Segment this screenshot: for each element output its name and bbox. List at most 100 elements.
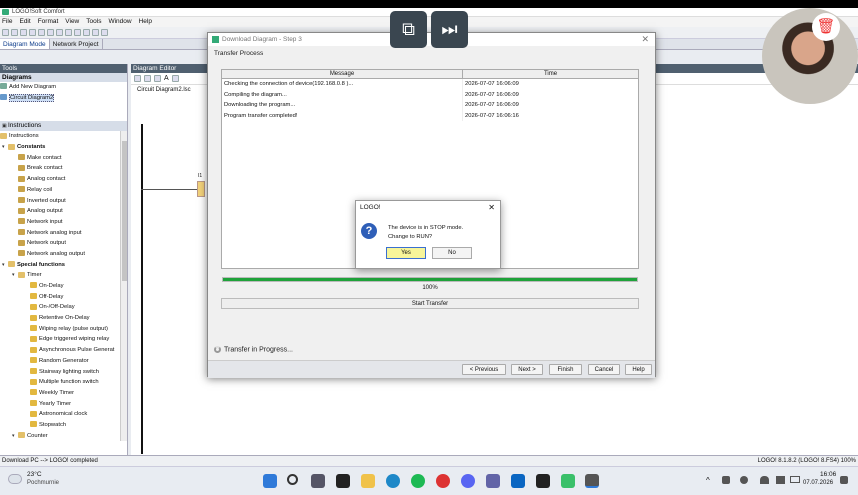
tree-special-functions[interactable]: ▾ Special functions <box>0 260 127 271</box>
weather-temp[interactable]: 23°C <box>27 471 42 478</box>
logo-soft-comfort-icon[interactable] <box>585 474 599 488</box>
tree-timer-item[interactable]: Wiping relay (pulse output) <box>0 324 127 335</box>
tree-timer-item[interactable]: Retentive On-Delay <box>0 313 127 324</box>
battery-icon[interactable] <box>790 476 800 483</box>
help-button[interactable]: Help <box>625 364 652 375</box>
clock-date[interactable]: 07.07.2026 <box>803 480 833 486</box>
tree-timer-item[interactable]: Stopwatch <box>0 420 127 431</box>
search-icon[interactable] <box>287 474 298 485</box>
menu-window[interactable]: Window <box>108 17 131 27</box>
column-message: Message <box>222 70 463 78</box>
mic-icon[interactable] <box>740 476 748 484</box>
cancel-button[interactable]: Cancel <box>588 364 620 375</box>
tree-timer-item[interactable]: Weekly Timer <box>0 388 127 399</box>
tree-constant-item[interactable]: Relay coil <box>0 185 127 196</box>
print-icon[interactable] <box>29 29 36 36</box>
open-icon[interactable] <box>11 29 18 36</box>
task-view-icon[interactable] <box>311 474 325 488</box>
simulate-icon[interactable] <box>101 29 108 36</box>
app-icon[interactable] <box>511 474 525 488</box>
file-explorer-icon[interactable] <box>361 474 375 488</box>
tree-constant-item[interactable]: Make contact <box>0 153 127 164</box>
tree-timer-item[interactable]: Asynchronous Pulse Generat <box>0 345 127 356</box>
next-button[interactable]: Next > <box>511 364 543 375</box>
menu-format[interactable]: Format <box>38 17 59 27</box>
tree-constant-item[interactable]: Analog output <box>0 206 127 217</box>
tree-constant-item[interactable]: Network output <box>0 238 127 249</box>
menu-tools[interactable]: Tools <box>86 17 101 27</box>
tree-constant-item[interactable]: Break contact <box>0 163 127 174</box>
download-icon[interactable] <box>83 29 90 36</box>
new-icon[interactable] <box>2 29 9 36</box>
contact-block[interactable] <box>197 181 205 197</box>
tab-diagram-mode[interactable]: Diagram Mode <box>0 39 50 49</box>
tray-chevron-icon[interactable]: ^ <box>706 476 710 485</box>
no-button[interactable]: No <box>432 247 472 259</box>
add-new-diagram[interactable]: Add New Diagram <box>0 82 127 93</box>
tree-timer-item[interactable]: Edge triggered wiping relay <box>0 334 127 345</box>
redo-icon[interactable] <box>74 29 81 36</box>
close-icon[interactable]: ✕ <box>641 33 649 46</box>
tree-constant-item[interactable]: Network input <box>0 217 127 228</box>
volume-icon[interactable] <box>776 476 785 484</box>
tree-item-label: Wiping relay (pulse output) <box>39 325 108 332</box>
block-tool-icon[interactable] <box>154 75 161 82</box>
menu-view[interactable]: View <box>65 17 79 27</box>
timer-block-icon <box>30 314 37 321</box>
start-transfer-button[interactable]: Start Transfer <box>221 298 639 309</box>
tree-timer[interactable]: ▾ Timer <box>0 270 127 281</box>
tree-timer-item[interactable]: Stairway lighting switch <box>0 367 127 378</box>
tree-timer-item[interactable]: Random Generator <box>0 356 127 367</box>
tree-timer-item[interactable]: Astronomical clock <box>0 409 127 420</box>
opera-icon[interactable] <box>436 474 450 488</box>
clock-time[interactable]: 16:06 <box>820 471 836 478</box>
cut-icon[interactable] <box>38 29 45 36</box>
edge-icon[interactable] <box>386 474 400 488</box>
tree-timer-item[interactable]: Off-Delay <box>0 292 127 303</box>
yes-button[interactable]: Yes <box>386 247 426 259</box>
tree-constant-item[interactable]: Analog contact <box>0 174 127 185</box>
wifi-icon[interactable] <box>760 476 769 484</box>
save-icon[interactable] <box>20 29 27 36</box>
tree-instructions[interactable]: Instructions <box>0 131 127 142</box>
tree-timer-item[interactable]: On-Delay <box>0 281 127 292</box>
start-icon[interactable] <box>263 474 277 488</box>
menu-file[interactable]: File <box>2 17 12 27</box>
notion-icon[interactable] <box>336 474 350 488</box>
tree-timer-item[interactable]: On-/Off-Delay <box>0 302 127 313</box>
discord-icon[interactable] <box>461 474 475 488</box>
notification-icon[interactable] <box>840 476 848 484</box>
onedrive-icon[interactable] <box>722 476 730 484</box>
paste-icon[interactable] <box>56 29 63 36</box>
previous-button[interactable]: < Previous <box>462 364 506 375</box>
diagram-icon <box>0 94 7 101</box>
tree-constant-item[interactable]: Inverted output <box>0 196 127 207</box>
tree-counter[interactable]: ▾ Counter <box>0 431 127 442</box>
menu-help[interactable]: Help <box>139 17 152 27</box>
circuit-diagram-item[interactable]: Circuit Diagram2 <box>0 93 127 104</box>
menu-edit[interactable]: Edit <box>19 17 30 27</box>
trash-icon[interactable]: 🗑 <box>812 13 840 41</box>
tree-timer-item[interactable]: Multiple function switch <box>0 377 127 388</box>
timer-block-icon <box>30 325 37 332</box>
text-tool-icon[interactable]: A <box>164 75 169 82</box>
close-icon[interactable]: ✕ <box>488 201 495 215</box>
undo-icon[interactable] <box>65 29 72 36</box>
select-tool-icon[interactable] <box>134 75 141 82</box>
tree-timer-item[interactable]: Yearly Timer <box>0 399 127 410</box>
cut-wire-icon[interactable] <box>171 75 179 82</box>
finish-button[interactable]: Finish <box>549 364 582 375</box>
terminal-icon[interactable] <box>536 474 550 488</box>
popout-icon[interactable]: ⧉ <box>390 11 427 48</box>
teams-icon[interactable] <box>486 474 500 488</box>
tree-constant-item[interactable]: Network analog output <box>0 249 127 260</box>
skip-next-icon[interactable]: ⏭ <box>431 11 468 48</box>
copy-icon[interactable] <box>47 29 54 36</box>
connect-tool-icon[interactable] <box>144 75 151 82</box>
tab-network-project[interactable]: Network Project <box>50 39 103 49</box>
tree-constants[interactable]: ▾ Constants <box>0 142 127 153</box>
spotify-icon[interactable] <box>411 474 425 488</box>
upload-icon[interactable] <box>92 29 99 36</box>
tree-constant-item[interactable]: Network analog input <box>0 228 127 239</box>
game-icon[interactable] <box>561 474 575 488</box>
